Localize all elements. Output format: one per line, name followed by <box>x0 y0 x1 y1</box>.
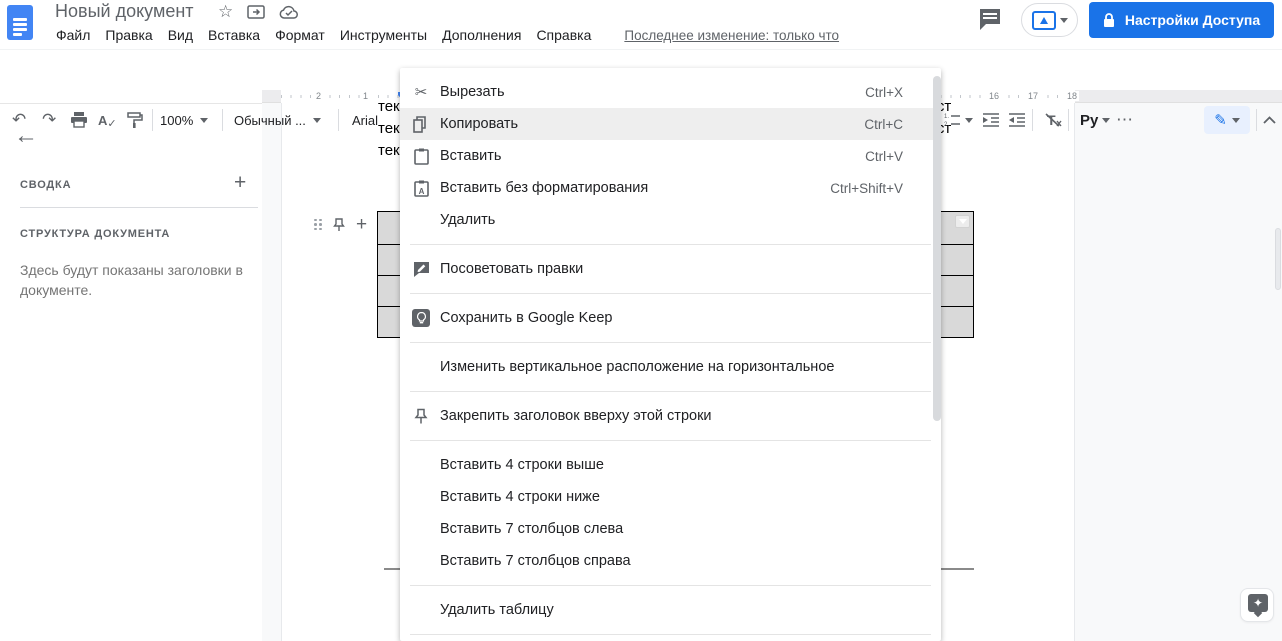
menu-item-paste-without-formatting[interactable]: A Вставить без форматирования Ctrl+Shift… <box>400 172 941 204</box>
undo-icon[interactable]: ↶ <box>12 106 26 134</box>
document-scrollbar[interactable] <box>1275 228 1281 290</box>
sidebar-divider <box>20 207 258 208</box>
copy-icon <box>412 115 430 133</box>
pin-row-icon[interactable] <box>332 217 346 232</box>
document-title[interactable]: Новый документ <box>55 1 194 22</box>
menu-tools[interactable]: Инструменты <box>340 27 427 43</box>
decrease-indent-icon[interactable] <box>982 106 1000 134</box>
menu-item-insert-rows-below[interactable]: Вставить 4 строки ниже <box>400 481 941 513</box>
editing-mode-button[interactable]: ✎ <box>1204 106 1250 134</box>
add-summary-button[interactable]: + <box>234 171 246 195</box>
paint-format-icon[interactable] <box>126 106 143 134</box>
menu-separator <box>410 342 931 343</box>
last-edit-link[interactable]: Последнее изменение: только что <box>624 28 839 43</box>
header: Новый документ ☆ Файл Правка Вид Вставка… <box>0 0 1282 50</box>
suggest-edits-icon <box>412 260 430 278</box>
menu-item-insert-rows-above[interactable]: Вставить 4 строки выше <box>400 449 941 481</box>
menu-insert[interactable]: Вставка <box>208 27 260 43</box>
input-tools-button[interactable]: Ру <box>1080 106 1098 134</box>
ruler-number: 2 <box>314 91 324 101</box>
lock-icon <box>1103 12 1114 27</box>
google-keep-icon <box>412 309 430 327</box>
context-menu: ✂ Вырезать Ctrl+X Копировать Ctrl+C Вста… <box>400 68 941 641</box>
clear-formatting-icon[interactable]: T <box>1044 106 1062 134</box>
menu-view[interactable]: Вид <box>168 27 193 43</box>
context-menu-scrollbar[interactable] <box>933 76 941 421</box>
menu-file[interactable]: Файл <box>56 27 90 43</box>
numbered-list-icon[interactable]: 1. 2. <box>944 106 961 134</box>
svg-text:1.: 1. <box>944 114 949 120</box>
menu-separator <box>410 391 931 392</box>
print-icon[interactable] <box>70 106 88 134</box>
menu-separator <box>410 293 931 294</box>
outline-sidebar: ← СВОДКА + СТРУКТУРА ДОКУМЕНТА Здесь буд… <box>0 90 262 641</box>
ruler-number: 17 <box>1026 91 1041 101</box>
menu-separator <box>410 440 931 441</box>
menu-bar: Файл Правка Вид Вставка Формат Инструмен… <box>56 27 839 43</box>
increase-indent-icon[interactable] <box>1008 106 1026 134</box>
menu-item-delete-table[interactable]: Удалить таблицу <box>400 594 941 626</box>
menu-item-cut[interactable]: ✂ Вырезать Ctrl+X <box>400 76 941 108</box>
share-button[interactable]: Настройки Доступа <box>1089 2 1274 38</box>
menu-item-insert-columns-right[interactable]: Вставить 7 столбцов справа <box>400 545 941 577</box>
menu-help[interactable]: Справка <box>536 27 591 43</box>
menu-item-delete[interactable]: Удалить <box>400 204 941 236</box>
paste-without-formatting-icon: A <box>412 179 430 197</box>
menu-format[interactable]: Формат <box>275 27 325 43</box>
zoom-select[interactable]: 100% <box>160 106 209 134</box>
spellcheck-icon[interactable]: A ✓ <box>98 106 117 134</box>
google-docs-logo-icon[interactable] <box>7 5 33 40</box>
ruler-number: 18 <box>1065 91 1080 101</box>
pencil-icon: ✎ <box>1214 112 1227 129</box>
ruler-number: 1 <box>361 91 371 101</box>
svg-text:2.: 2. <box>944 122 949 127</box>
menu-item-suggest-edits[interactable]: Посоветовать правки <box>400 253 941 285</box>
input-tools-caret-icon[interactable] <box>1102 106 1110 134</box>
menu-separator <box>410 585 931 586</box>
menu-item-pin-header-row[interactable]: Закрепить заголовок вверху этой строки <box>400 400 941 432</box>
outline-label: СТРУКТУРА ДОКУМЕНТА <box>20 228 171 240</box>
present-caret-icon <box>1059 17 1068 23</box>
move-to-folder-icon[interactable] <box>247 5 265 19</box>
present-icon <box>1031 10 1056 30</box>
menu-item-save-to-keep[interactable]: Сохранить в Google Keep <box>400 302 941 334</box>
pin-icon <box>412 407 430 425</box>
menu-item-change-orientation[interactable]: Изменить вертикальное расположение на го… <box>400 351 941 383</box>
cloud-status-icon[interactable] <box>279 5 299 19</box>
summary-label: СВОДКА <box>20 179 72 191</box>
font-select[interactable]: Arial <box>352 106 378 134</box>
numbered-list-caret-icon[interactable] <box>965 106 973 134</box>
comments-icon[interactable] <box>978 8 1002 31</box>
styles-select[interactable]: Обычный ... <box>234 106 321 134</box>
present-button[interactable] <box>1021 3 1078 37</box>
ruler-number: 16 <box>987 91 1002 101</box>
menu-item-insert-columns-left[interactable]: Вставить 7 столбцов слева <box>400 513 941 545</box>
menu-item-copy[interactable]: Копировать Ctrl+C <box>400 108 941 140</box>
add-row-icon[interactable]: + <box>356 215 367 234</box>
outline-placeholder: Здесь будут показаны заголовки в докумен… <box>20 262 243 298</box>
table-drag-handle-icon[interactable] <box>314 218 322 231</box>
menu-separator <box>410 244 931 245</box>
explore-button[interactable]: ✦ <box>1240 588 1274 622</box>
star-icon[interactable]: ☆ <box>218 2 233 22</box>
cut-icon: ✂ <box>414 84 428 101</box>
paste-icon <box>412 147 430 165</box>
more-icon[interactable]: ⋯ <box>1116 106 1133 134</box>
redo-icon[interactable]: ↷ <box>42 106 56 134</box>
menu-addons[interactable]: Дополнения <box>442 27 521 43</box>
cell-dropdown-icon[interactable] <box>955 215 970 228</box>
collapse-toolbar-icon[interactable] <box>1263 106 1276 134</box>
menu-item-paste[interactable]: Вставить Ctrl+V <box>400 140 941 172</box>
menu-edit[interactable]: Правка <box>105 27 152 43</box>
menu-separator <box>410 634 931 635</box>
svg-text:A: A <box>418 187 424 196</box>
